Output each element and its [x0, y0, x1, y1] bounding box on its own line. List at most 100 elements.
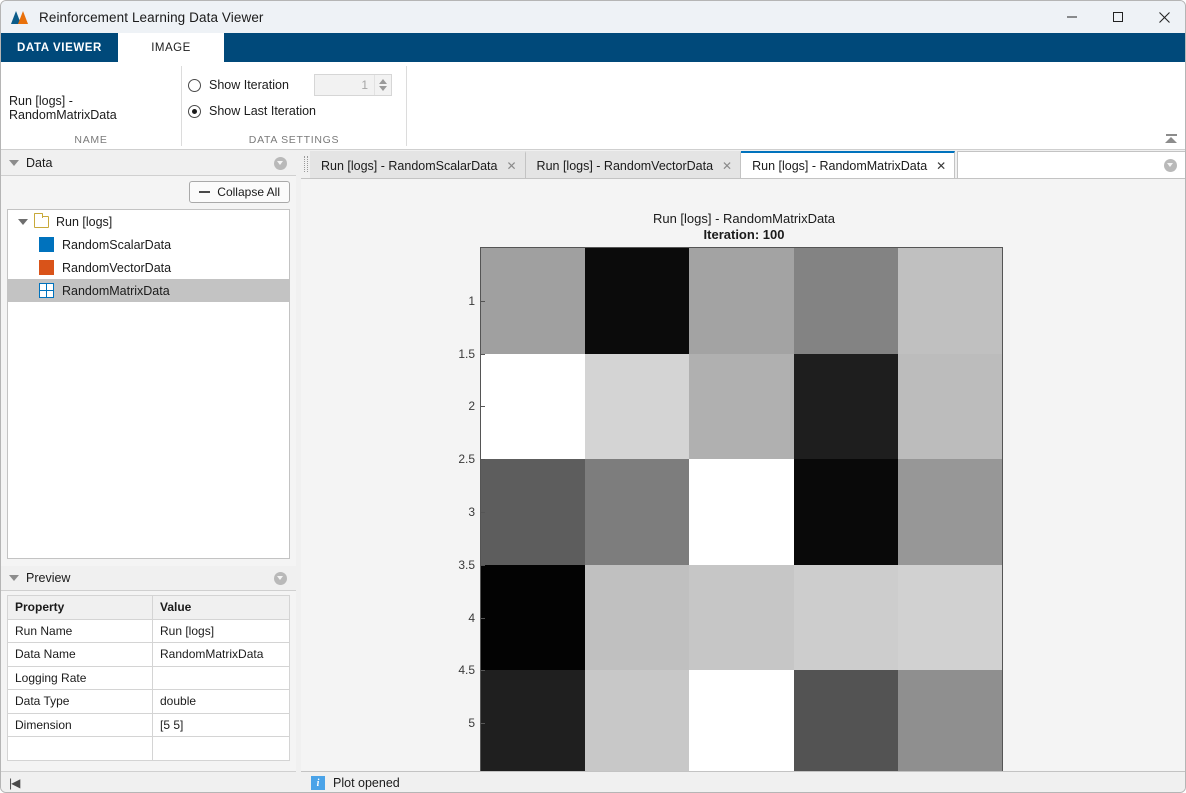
ribbon-tab-image[interactable]: IMAGE	[118, 33, 224, 62]
document-tab-randomvectordata[interactable]: Run [logs] - RandomVectorData ✕	[526, 151, 742, 178]
document-area: Run [logs] - RandomScalarData ✕ Run [log…	[301, 151, 1186, 771]
tree-item-randomvectordata[interactable]: RandomVectorData	[8, 256, 289, 279]
chevron-down-icon[interactable]	[18, 219, 28, 225]
document-tab-randommatrixdata[interactable]: Run [logs] - RandomMatrixData ✕	[741, 151, 955, 178]
table-row[interactable]: Logging Rate	[8, 666, 290, 690]
cell-property: Logging Rate	[8, 666, 153, 690]
tree-item-randomscalardata[interactable]: RandomScalarData	[8, 233, 289, 256]
ribbon-group-name-label: NAME	[1, 134, 181, 146]
table-row[interactable]: Dimension [5 5]	[8, 713, 290, 737]
ribbon-tab-bar: DATA VIEWER IMAGE	[1, 33, 1186, 62]
heatmap-cell-3-1[interactable]	[481, 459, 585, 565]
chevron-down-icon[interactable]	[379, 86, 387, 91]
maximize-icon[interactable]	[1095, 1, 1141, 33]
data-panel: Data Collapse All Run [logs] RandomScala…	[1, 151, 296, 566]
heatmap-cell-3-5[interactable]	[898, 459, 1002, 565]
heatmap-axes[interactable]: 11.522.533.544.55 11.522.533.544.55	[480, 247, 1003, 777]
heatmap-cell-4-2[interactable]	[585, 565, 689, 671]
chevron-down-icon[interactable]	[9, 575, 19, 581]
y-tick-mark	[481, 670, 485, 671]
heatmap-cell-5-1[interactable]	[481, 670, 585, 776]
heatmap-cell-5-2[interactable]	[585, 670, 689, 776]
heatmap-cell-3-3[interactable]	[689, 459, 793, 565]
table-row[interactable]: Data Name RandomMatrixData	[8, 643, 290, 667]
document-tab-label: Run [logs] - RandomVectorData	[537, 159, 713, 173]
heatmap-cell-4-5[interactable]	[898, 565, 1002, 671]
cell-value: double	[153, 690, 290, 714]
series-swatch-icon	[39, 237, 54, 252]
left-status-bar: |◀	[1, 771, 296, 793]
heatmap-cell-5-3[interactable]	[689, 670, 793, 776]
heatmap-grid[interactable]	[481, 248, 1002, 776]
heatmap-cell-2-5[interactable]	[898, 354, 1002, 460]
heatmap-cell-1-5[interactable]	[898, 248, 1002, 354]
close-icon[interactable]: ✕	[722, 159, 732, 173]
plot-subtitle: Iteration: 100	[301, 227, 1186, 242]
table-row[interactable]: Data Type double	[8, 690, 290, 714]
radio-show-last-iteration[interactable]: Show Last Iteration	[188, 104, 316, 118]
heatmap-cell-3-2[interactable]	[585, 459, 689, 565]
iteration-spinner-arrows[interactable]	[374, 75, 391, 95]
radio-show-iteration-label: Show Iteration	[209, 78, 289, 92]
close-icon[interactable]: ✕	[936, 159, 946, 173]
heatmap-cell-1-3[interactable]	[689, 248, 793, 354]
collapse-all-button[interactable]: Collapse All	[189, 181, 290, 203]
heatmap-cell-2-4[interactable]	[794, 354, 898, 460]
cell-property: Run Name	[8, 619, 153, 643]
panel-options-icon[interactable]	[274, 157, 287, 170]
panel-options-icon[interactable]	[1164, 159, 1177, 172]
heatmap-cell-1-1[interactable]	[481, 248, 585, 354]
chevron-up-icon[interactable]	[379, 79, 387, 84]
cell-value: [5 5]	[153, 713, 290, 737]
cell-property	[8, 737, 153, 761]
tree-item-randommatrixdata[interactable]: RandomMatrixData	[8, 279, 289, 302]
close-icon[interactable]: ✕	[506, 159, 516, 173]
collapse-ribbon-icon[interactable]	[1161, 129, 1181, 147]
heatmap-cell-1-4[interactable]	[794, 248, 898, 354]
heatmap-cell-1-2[interactable]	[585, 248, 689, 354]
iteration-spinner[interactable]: 1	[314, 74, 392, 96]
heatmap-cell-4-1[interactable]	[481, 565, 585, 671]
collapse-all-label: Collapse All	[217, 185, 280, 199]
tree-item-run-logs[interactable]: Run [logs]	[8, 210, 289, 233]
radio-show-iteration[interactable]: Show Iteration	[188, 78, 289, 92]
info-icon: i	[311, 776, 325, 790]
panel-options-icon[interactable]	[274, 572, 287, 585]
folder-icon	[34, 216, 49, 228]
data-panel-body: Collapse All Run [logs] RandomScalarData…	[1, 176, 296, 566]
table-row[interactable]: Run Name Run [logs]	[8, 619, 290, 643]
table-row[interactable]	[8, 737, 290, 761]
ribbon-group-name: Run [logs] - RandomMatrixData NAME	[1, 62, 181, 150]
document-tab-randomscalardata[interactable]: Run [logs] - RandomScalarData ✕	[310, 151, 526, 178]
ribbon-separator-2	[406, 66, 407, 146]
radio-show-iteration-indicator	[188, 79, 201, 92]
heatmap-cell-5-5[interactable]	[898, 670, 1002, 776]
series-swatch-icon	[39, 260, 54, 275]
data-panel-header: Data	[1, 151, 296, 176]
tree-item-label: Run [logs]	[56, 215, 112, 229]
chevron-down-icon[interactable]	[9, 160, 19, 166]
heatmap-cell-4-4[interactable]	[794, 565, 898, 671]
y-tick-mark	[481, 459, 485, 460]
data-tree[interactable]: Run [logs] RandomScalarData RandomVector…	[7, 209, 290, 559]
heatmap-cell-2-3[interactable]	[689, 354, 793, 460]
ribbon: Run [logs] - RandomMatrixData NAME Show …	[1, 62, 1186, 150]
y-tick-mark	[481, 301, 485, 302]
close-icon[interactable]	[1141, 1, 1186, 33]
ribbon-group-data-settings-label: DATA SETTINGS	[182, 134, 406, 146]
document-tab-label: Run [logs] - RandomScalarData	[321, 159, 497, 173]
minimize-icon[interactable]	[1049, 1, 1095, 33]
cell-value: RandomMatrixData	[153, 643, 290, 667]
ribbon-tab-data-viewer[interactable]: DATA VIEWER	[1, 33, 118, 62]
iteration-spinner-value: 1	[315, 78, 374, 92]
heatmap-cell-2-2[interactable]	[585, 354, 689, 460]
heatmap-cell-5-4[interactable]	[794, 670, 898, 776]
heatmap-cell-2-1[interactable]	[481, 354, 585, 460]
first-page-icon[interactable]: |◀	[9, 776, 19, 790]
drag-grip-icon[interactable]	[301, 150, 310, 178]
y-tick-label: 3.5	[458, 558, 475, 572]
heatmap-cell-4-3[interactable]	[689, 565, 793, 671]
preview-table: Property Value Run Name Run [logs] Data …	[7, 595, 290, 761]
y-tick-label: 2.5	[458, 452, 475, 466]
heatmap-cell-3-4[interactable]	[794, 459, 898, 565]
